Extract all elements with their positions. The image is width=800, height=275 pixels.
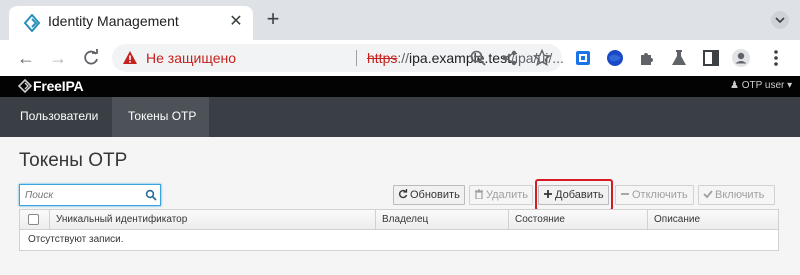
column-header-state[interactable]: Состояние [508, 210, 647, 229]
trash-icon [475, 189, 483, 199]
otp-tokens-table: Уникальный идентификатор Владелец Состоя… [19, 209, 779, 251]
back-arrow-icon[interactable]: ← [15, 47, 37, 69]
column-header-description[interactable]: Описание [647, 210, 778, 229]
caret-down-icon: ▾ [787, 80, 793, 91]
disable-button[interactable]: Отключить [615, 185, 694, 205]
brand-name: FreeIPA [33, 78, 84, 94]
tab-title: Identity Management [48, 13, 179, 29]
refresh-button[interactable]: Обновить [393, 185, 465, 205]
primary-nav: Пользователи Токены OTP [0, 97, 800, 137]
select-all-checkbox[interactable] [28, 214, 39, 225]
table-header: Уникальный идентификатор Владелец Состоя… [20, 210, 778, 230]
search-icon[interactable] [145, 189, 157, 201]
user-menu[interactable]: ♟ OTP user ▾ [730, 80, 792, 91]
minus-icon [621, 193, 629, 195]
browser-tab[interactable]: Identity Management ✕ [9, 6, 253, 40]
url-separator: :// [397, 50, 410, 66]
zoom-icon[interactable] [469, 49, 487, 67]
extensions-puzzle-icon[interactable] [637, 48, 657, 68]
side-panel-icon[interactable] [701, 48, 721, 68]
column-header-unique-id[interactable]: Уникальный идентификатор [49, 210, 375, 229]
user-menu-label: OTP user [741, 80, 785, 91]
labs-flask-icon[interactable] [669, 48, 689, 68]
warning-triangle-icon[interactable] [122, 50, 138, 66]
browser-window: Identity Management ✕ + ← → Не защищено … [0, 0, 800, 275]
user-icon: ♟ [730, 80, 739, 91]
disable-label: Отключить [632, 189, 688, 201]
refresh-label: Обновить [410, 189, 460, 201]
share-icon[interactable] [501, 49, 519, 67]
tab-search-chevron-icon[interactable] [770, 10, 790, 30]
column-header-owner[interactable]: Владелец [375, 210, 508, 229]
forward-arrow-icon[interactable]: → [47, 47, 69, 69]
address-bar[interactable]: Не защищено https://ipa.example.test/ipa… [112, 44, 564, 72]
search-input[interactable] [25, 187, 140, 203]
add-button-highlight [535, 179, 613, 211]
delete-label: Удалить [486, 189, 528, 201]
main-content: Токены OTP Обновить Удалить [0, 137, 800, 275]
app-header: FreeIPA ♟ OTP user ▾ [0, 76, 800, 97]
tab-strip: Identity Management ✕ + [0, 0, 800, 40]
bookmark-star-icon[interactable] [533, 49, 551, 67]
omnibox-separator [356, 50, 357, 66]
enable-label: Включить [715, 189, 765, 201]
nav-item-otp-tokens[interactable]: Токены OTP [112, 97, 209, 137]
refresh-icon [398, 189, 408, 199]
not-secure-label[interactable]: Не защищено [146, 50, 236, 66]
url-host: ipa.example.test [409, 50, 511, 66]
empty-table-message: Отсутствуют записи. [28, 234, 124, 245]
freeipa-logo-icon [18, 79, 32, 93]
extension-globe-icon[interactable] [605, 48, 625, 68]
profile-avatar-icon[interactable] [731, 48, 751, 68]
select-all-header [20, 210, 50, 229]
reload-icon[interactable] [80, 47, 102, 69]
new-tab-button[interactable]: + [263, 8, 283, 30]
web-page: FreeIPA ♟ OTP user ▾ Пользователи Токены… [0, 76, 800, 275]
nav-item-users[interactable]: Пользователи [4, 97, 114, 137]
freeipa-favicon-icon [23, 14, 41, 32]
search-box[interactable] [19, 184, 161, 206]
browser-toolbar: ← → Не защищено https://ipa.example.test… [0, 40, 800, 76]
checkmark-icon [703, 190, 713, 199]
url-scheme: https [367, 50, 398, 66]
delete-button[interactable]: Удалить [469, 185, 533, 205]
extension-reader-icon[interactable] [573, 48, 593, 68]
browser-menu-kebab-icon[interactable] [766, 48, 786, 68]
tab-close-icon[interactable]: ✕ [228, 14, 244, 30]
enable-button[interactable]: Включить [698, 185, 775, 205]
page-title: Токены OTP [19, 150, 128, 171]
